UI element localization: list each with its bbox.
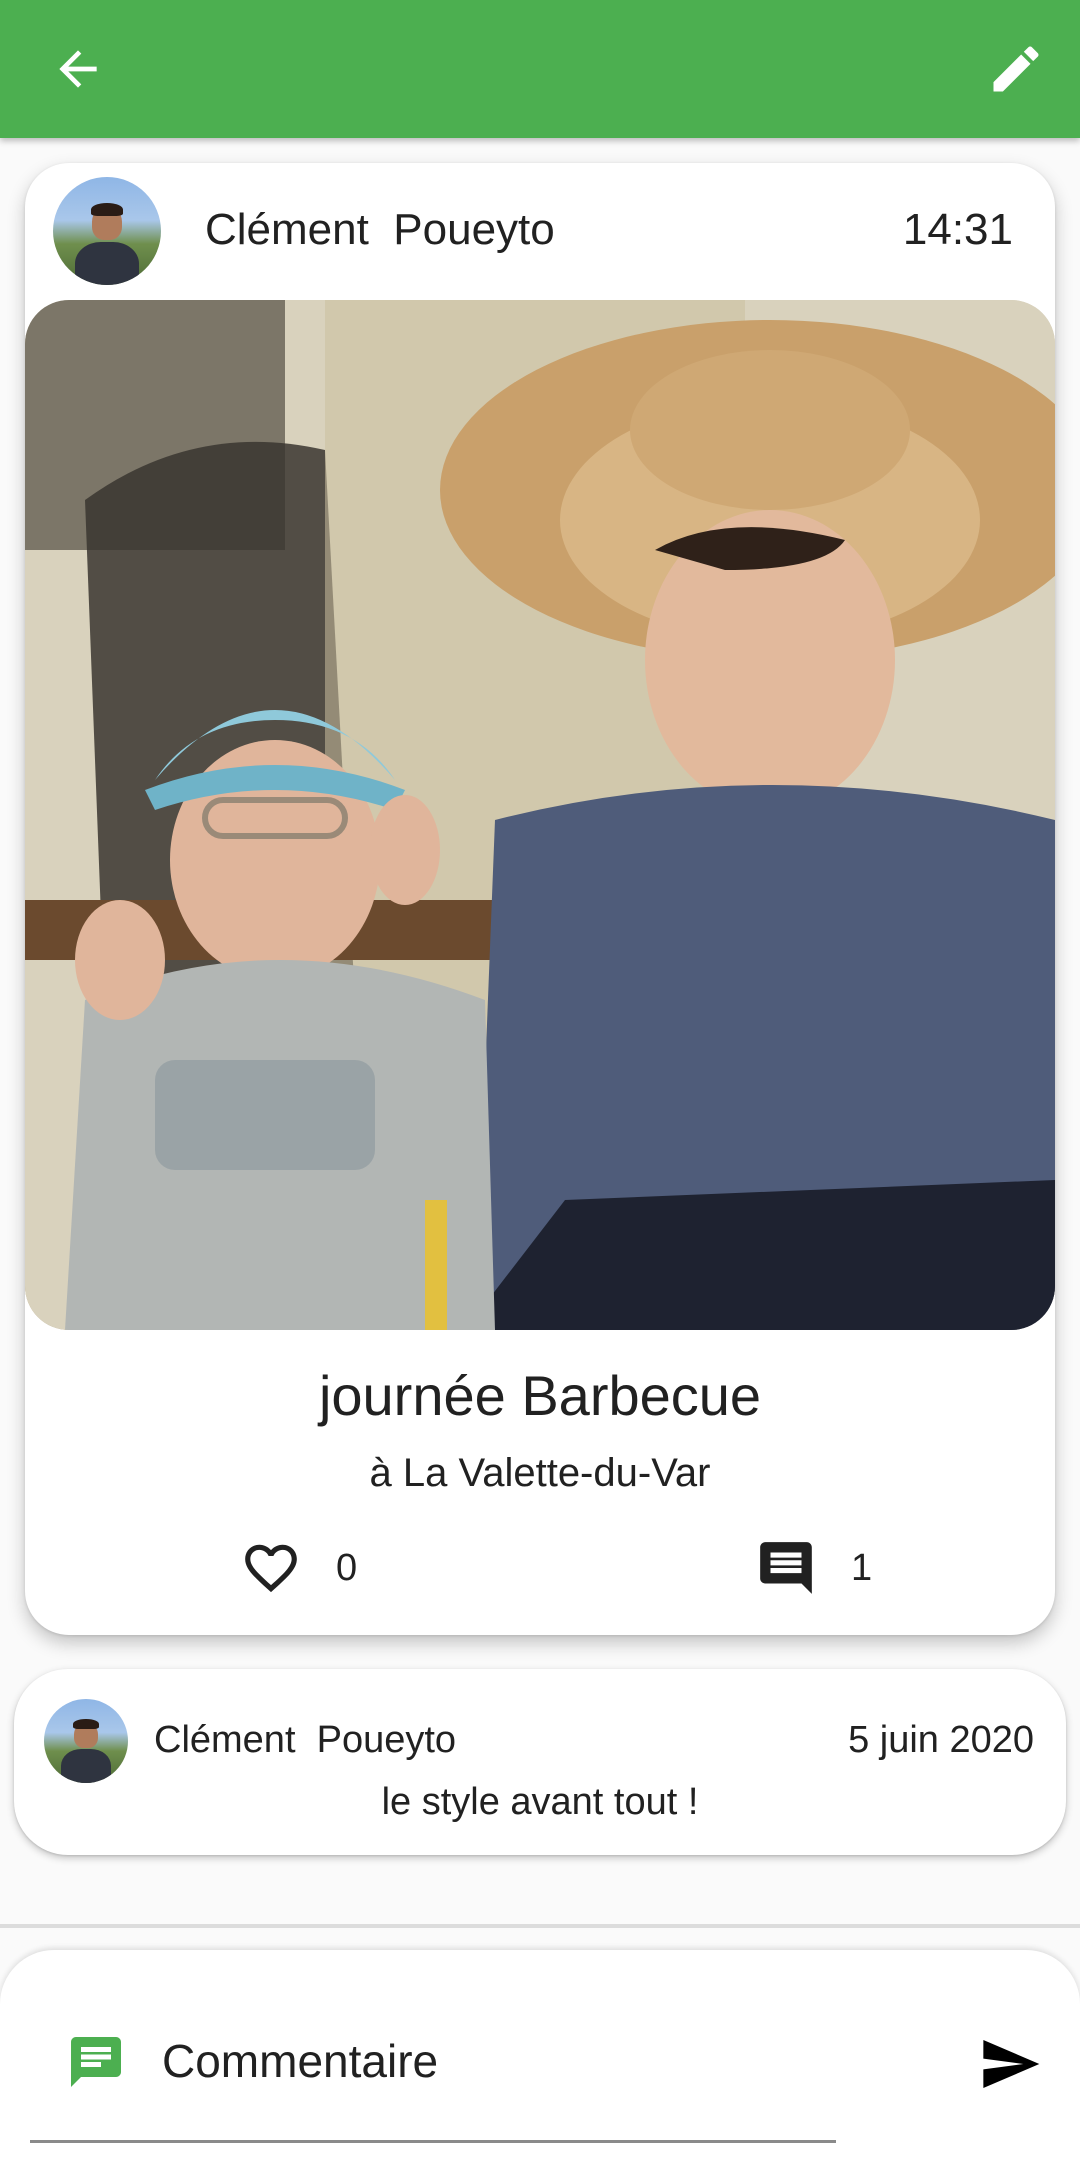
comment-author-avatar[interactable] bbox=[44, 1699, 128, 1783]
arrow-back-icon bbox=[59, 50, 97, 88]
photo-illustration bbox=[25, 300, 1055, 1330]
edit-button[interactable] bbox=[970, 23, 1062, 115]
post-title: journée Barbecue bbox=[318, 1364, 762, 1427]
message-icon bbox=[71, 2037, 121, 2087]
comment-icon bbox=[760, 1542, 812, 1594]
comment-text: le style avant tout ! bbox=[381, 1781, 699, 1823]
post-time: 14:31 bbox=[902, 205, 1013, 254]
author-avatar[interactable] bbox=[53, 177, 161, 285]
post-card: Clément Poueyto 14:31 journée Barbecue à… bbox=[25, 163, 1055, 1635]
comment-composer bbox=[0, 1950, 1080, 2170]
comment-item: Clément Poueyto 5 juin 2020 le style ava… bbox=[14, 1669, 1066, 1855]
like-button[interactable]: 0 bbox=[240, 1533, 357, 1603]
send-icon bbox=[983, 2040, 1040, 2088]
comment-count: 1 bbox=[851, 1546, 873, 1589]
post-location: à La Valette-du-Var bbox=[369, 1451, 711, 1495]
comment-author-name[interactable]: Clément Poueyto bbox=[154, 1719, 456, 1762]
post-author-name[interactable]: Clément Poueyto bbox=[205, 205, 555, 255]
comment-date: 5 juin 2020 bbox=[848, 1719, 1034, 1761]
comments-button[interactable]: 1 bbox=[755, 1533, 872, 1603]
heart-outline-icon bbox=[245, 1544, 297, 1593]
back-button[interactable] bbox=[32, 23, 124, 115]
send-button[interactable] bbox=[970, 2024, 1050, 2104]
pencil-edit-icon bbox=[993, 46, 1039, 92]
like-count: 0 bbox=[336, 1546, 358, 1589]
input-underline bbox=[30, 2140, 836, 2143]
post-photo[interactable] bbox=[25, 300, 1055, 1330]
app-bar bbox=[0, 0, 1080, 138]
post-header: Clément Poueyto 14:31 bbox=[25, 163, 1055, 299]
divider bbox=[0, 1924, 1080, 1928]
comment-input[interactable] bbox=[162, 2028, 802, 2094]
